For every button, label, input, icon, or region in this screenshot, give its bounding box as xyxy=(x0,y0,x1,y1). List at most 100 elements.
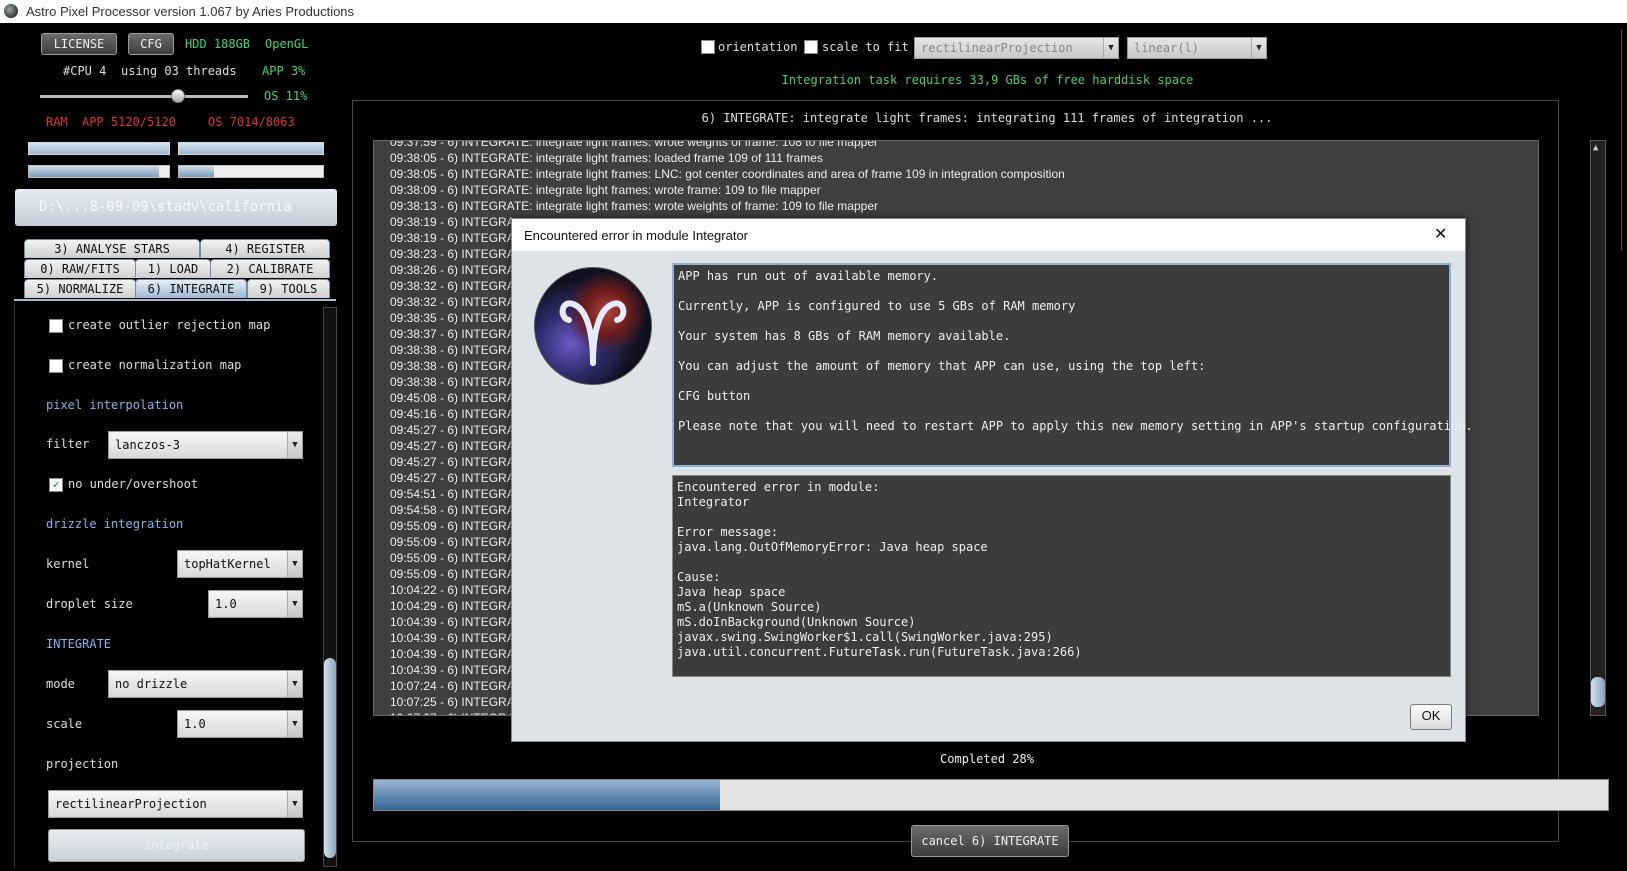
chevron-down-icon: ▼ xyxy=(287,791,302,817)
tab-analyse-stars[interactable]: 3) ANALYSE STARS xyxy=(24,239,200,258)
kernel-select[interactable]: topHatKernel ▼ xyxy=(177,550,303,578)
ram-os: OS 7014/8063 xyxy=(208,115,295,129)
outlier-map-label: create outlier rejection map xyxy=(68,318,271,332)
chevron-down-icon: ▼ xyxy=(1103,38,1118,58)
tab-tools[interactable]: 9) TOOLS xyxy=(247,279,330,298)
tab-normalize[interactable]: 5) NORMALIZE xyxy=(24,279,136,298)
os-cpu-usage: OS 11% xyxy=(264,89,308,103)
stretch-select[interactable]: linear(l) ▼ xyxy=(1127,37,1267,59)
kernel-value: topHatKernel xyxy=(184,557,271,571)
droplet-size-value: 1.0 xyxy=(215,597,237,611)
task-title: 6) INTEGRATE: integrate light frames: in… xyxy=(701,111,1273,125)
chevron-down-icon: ▼ xyxy=(287,711,302,737)
app-icon xyxy=(4,4,18,18)
ok-button[interactable]: OK xyxy=(1410,704,1452,730)
working-directory[interactable]: D:\...8-09-09\stadv\california xyxy=(15,189,337,226)
normalization-map-checkbox[interactable] xyxy=(49,359,63,373)
log-line: 09:38:05 - 6) INTEGRATE: integrate light… xyxy=(390,167,1065,181)
log-line: 09:38:05 - 6) INTEGRATE: integrate light… xyxy=(390,151,823,165)
window-title: Astro Pixel Processor version 1.067 by A… xyxy=(26,4,355,19)
disk-space-notice: Integration task requires 33,9 GBs of fr… xyxy=(781,73,1194,87)
chevron-down-icon: ▼ xyxy=(287,591,302,617)
view-projection-select[interactable]: rectilinearProjection ▼ xyxy=(914,37,1119,59)
dialog-title: Encountered error in module Integrator xyxy=(524,228,749,243)
aries-glyph-icon xyxy=(559,300,627,366)
ram-app-bar xyxy=(28,165,170,178)
completed-label: Completed 28% xyxy=(940,752,1034,766)
integration-progress xyxy=(373,779,1609,811)
ram-os-bar xyxy=(178,165,324,178)
chevron-down-icon: ▼ xyxy=(287,551,302,577)
hdd-status: HDD 188GB xyxy=(185,37,251,51)
pixel-interpolation-heading: pixel interpolation xyxy=(46,398,184,412)
integrate-heading: INTEGRATE xyxy=(46,637,112,651)
error-message-box: APP has run out of available memory. Cur… xyxy=(672,263,1473,467)
outlier-map-checkbox[interactable] xyxy=(49,319,63,333)
drizzle-heading: drizzle integration xyxy=(46,517,184,531)
integrate-panel xyxy=(14,303,325,868)
ram-os-bar-fill xyxy=(179,166,214,177)
opengl-status: OpenGL xyxy=(265,37,309,51)
cpu-app-bar xyxy=(28,142,170,155)
projection-label: projection xyxy=(46,757,119,771)
scale-to-fit-checkbox[interactable] xyxy=(804,40,818,54)
mode-select[interactable]: no drizzle ▼ xyxy=(108,670,303,698)
droplet-size-label: droplet size xyxy=(46,597,133,611)
filter-label: filter xyxy=(46,437,90,451)
error-dialog: Encountered error in module Integrator ✕… xyxy=(511,218,1473,742)
left-panel-scrollbar[interactable] xyxy=(323,307,337,867)
cfg-button[interactable]: CFG xyxy=(128,33,174,55)
left-panel-scroll-thumb[interactable] xyxy=(324,658,336,858)
stretch-value: linear(l) xyxy=(1134,41,1200,55)
cpu-os-bar xyxy=(178,142,324,155)
scroll-up-icon[interactable]: ▲ xyxy=(1593,143,1598,153)
log-line: 09:38:09 - 6) INTEGRATE: integrate light… xyxy=(390,183,821,197)
tab-load[interactable]: 1) LOAD xyxy=(135,259,211,278)
no-overshoot-checkbox[interactable]: ✓ xyxy=(49,478,63,492)
chevron-down-icon: ▼ xyxy=(1251,38,1266,58)
dialog-body: APP has run out of available memory. Cur… xyxy=(512,251,1473,741)
cancel-integrate-button[interactable]: cancel 6) INTEGRATE xyxy=(911,825,1069,857)
log-scroll-thumb[interactable] xyxy=(1591,677,1605,707)
no-overshoot-label: no under/overshoot xyxy=(68,477,199,491)
filter-select[interactable]: lanczos-3 ▼ xyxy=(108,431,303,459)
scale-label: scale xyxy=(46,717,83,731)
integration-progress-fill xyxy=(374,780,720,810)
log-line: 09:37:59 - 6) INTEGRATE: integrate light… xyxy=(390,140,878,149)
aries-logo-icon xyxy=(534,267,652,385)
tab-integrate[interactable]: 6) INTEGRATE xyxy=(135,279,247,298)
scale-select[interactable]: 1.0 ▼ xyxy=(177,710,303,738)
tab-calibrate[interactable]: 2) CALIBRATE xyxy=(210,259,330,278)
view-projection-value: rectilinearProjection xyxy=(921,41,1073,55)
title-bar: Astro Pixel Processor version 1.067 by A… xyxy=(0,0,1627,23)
ram-app: APP 5120/5120 xyxy=(82,115,176,129)
mode-label: mode xyxy=(46,677,75,691)
threads-slider-track[interactable] xyxy=(40,95,248,98)
chevron-down-icon: ▼ xyxy=(287,671,302,697)
license-button[interactable]: LICENSE xyxy=(41,33,117,55)
normalization-map-label: create normalization map xyxy=(68,358,242,372)
mode-value: no drizzle xyxy=(115,677,188,691)
tab-raw-fits[interactable]: 0) RAW/FITS xyxy=(24,259,136,278)
droplet-size-select[interactable]: 1.0 ▼ xyxy=(208,590,303,618)
right-edge-panel xyxy=(1621,30,1627,250)
chevron-down-icon: ▼ xyxy=(287,432,302,458)
log-scrollbar[interactable]: ▲ xyxy=(1590,140,1606,716)
tab-underline xyxy=(14,299,336,301)
error-details-box: Encountered error in module: Integrator … xyxy=(672,475,1451,677)
kernel-label: kernel xyxy=(46,557,90,571)
tab-register[interactable]: 4) REGISTER xyxy=(200,239,330,258)
orientation-label: orientation xyxy=(718,40,798,54)
projection-value: rectilinearProjection xyxy=(55,797,207,811)
orientation-checkbox[interactable] xyxy=(701,40,715,54)
dialog-titlebar: Encountered error in module Integrator ✕ xyxy=(512,219,1465,251)
projection-select[interactable]: rectilinearProjection ▼ xyxy=(48,790,303,818)
scale-to-fit-label: scale to fit xyxy=(822,40,909,54)
filter-value: lanczos-3 xyxy=(115,438,181,452)
close-icon[interactable]: ✕ xyxy=(1434,224,1447,244)
scale-value: 1.0 xyxy=(184,717,206,731)
log-line: 09:38:13 - 6) INTEGRATE: integrate light… xyxy=(390,199,878,213)
ram-label: RAM xyxy=(46,115,68,129)
integrate-button[interactable]: integrate xyxy=(48,829,305,862)
ram-app-bar-fill xyxy=(29,166,160,177)
